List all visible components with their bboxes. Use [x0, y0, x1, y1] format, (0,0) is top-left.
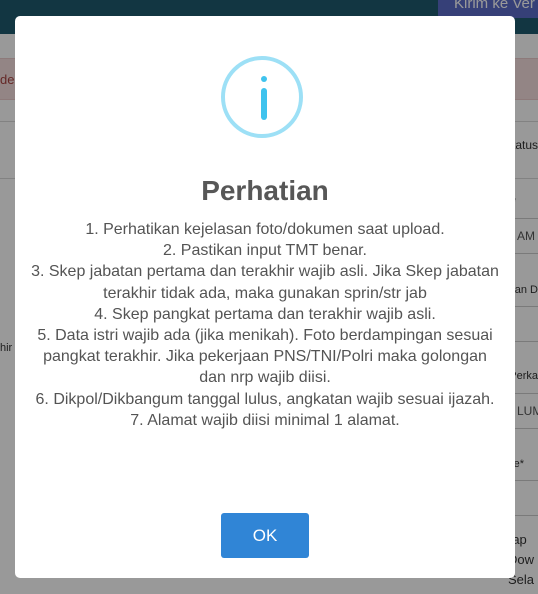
modal-content: 1. Perhatikan kejelasan foto/dokumen saa…: [29, 219, 501, 431]
notice-line: 2. Pastikan input TMT benar.: [163, 242, 367, 260]
notice-line: 7. Alamat wajib diisi minimal 1 alamat.: [130, 411, 400, 429]
notice-line: 1. Perhatikan kejelasan foto/dokumen saa…: [85, 221, 445, 238]
alert-modal: Perhatian 1. Perhatikan kejelasan foto/d…: [15, 16, 515, 578]
notice-line: 4. Skep pangkat pertama dan terakhir waj…: [94, 305, 436, 323]
ok-button[interactable]: OK: [221, 513, 309, 558]
notice-line: 3. Skep jabatan pertama dan terakhir waj…: [31, 263, 499, 302]
notice-line: 5. Data istri wajib ada (jika menikah). …: [37, 327, 493, 387]
info-icon: [221, 56, 303, 138]
modal-title: Perhatian: [201, 175, 329, 206]
notice-line: 6. Dikpol/Dikbangum tanggal lulus, angka…: [35, 390, 495, 408]
